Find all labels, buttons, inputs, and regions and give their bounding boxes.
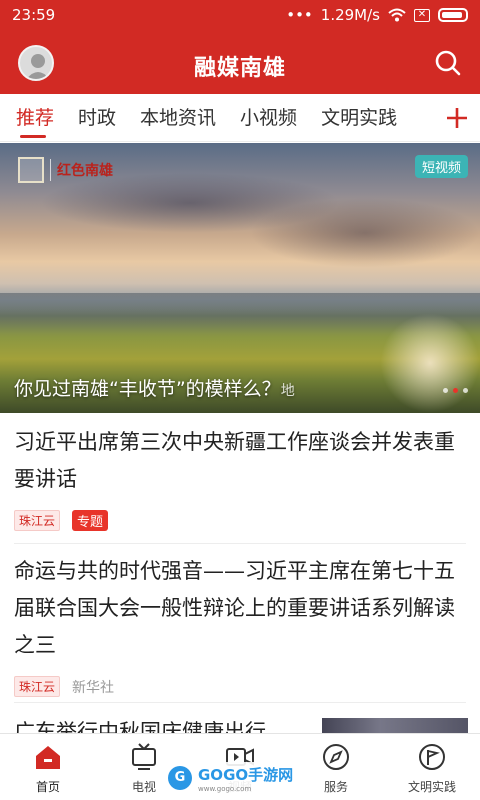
nav-label: 首页 (35, 780, 60, 794)
tab-local-news[interactable]: 本地资讯 (128, 94, 228, 142)
banner-image-sun (380, 313, 480, 413)
tv-icon (132, 743, 156, 770)
status-bar: 23:59 ••• 1.29M/s ✕ (0, 0, 480, 30)
banner-caption-suffix: 地 (280, 383, 295, 399)
banner-caption-text: 你见过南雄“丰收节”的模样么？ (14, 378, 281, 400)
watermark-url: www.gogo.com (198, 784, 252, 793)
carousel-dot-active (453, 388, 458, 393)
source-tag: 珠江云 (14, 676, 61, 697)
more-dots-icon: ••• (286, 6, 313, 24)
app-title: 融媒南雄 (193, 56, 286, 81)
no-sim-icon: ✕ (414, 8, 430, 22)
wifi-icon (388, 8, 406, 22)
search-button[interactable] (432, 47, 464, 79)
category-tabs: 推荐 时政 本地资讯 小视频 文明实践 (0, 94, 480, 142)
banner-caption: 你见过南雄“丰收节”的模样么？地 (14, 374, 295, 401)
status-indicators: ••• 1.29M/s ✕ (286, 6, 468, 24)
nav-home[interactable]: 首页 (0, 734, 96, 800)
carousel-dot (443, 388, 448, 393)
search-icon (435, 50, 461, 76)
featured-banner[interactable]: 红色南雄 短视频 你见过南雄“丰收节”的模样么？地 (0, 143, 480, 413)
app-header: 融媒南雄 (0, 30, 480, 94)
watermark-brand: GOGO手游网 (198, 765, 294, 784)
carousel-dot (463, 388, 468, 393)
status-time: 23:59 (12, 6, 56, 24)
add-tab-button[interactable] (444, 94, 470, 142)
watermark-text-group: GOGO手游网 www.gogo.com (198, 764, 293, 793)
flag-icon (419, 744, 445, 770)
logo-divider (50, 159, 51, 181)
topic-tag: 专题 (72, 510, 109, 531)
nav-label: 文明实践 (407, 780, 456, 794)
nav-label: 电视 (131, 780, 156, 794)
news-title: 习近平出席第三次中央新疆工作座谈会并发表重要讲话 (14, 430, 455, 491)
watermark-logo-icon: G (168, 766, 192, 790)
publisher-name: 新华社 (72, 679, 115, 696)
tab-civilization-practice[interactable]: 文明实践 (309, 94, 409, 142)
short-video-badge: 短视频 (414, 155, 468, 178)
news-meta: 珠江云 专题 (14, 510, 466, 531)
compass-icon (323, 744, 349, 770)
news-title[interactable]: 广东举行中秋国庆健康出行 (14, 715, 314, 733)
source-tag: 珠江云 (14, 510, 61, 531)
carousel-indicator (443, 388, 468, 393)
home-icon (36, 746, 60, 769)
news-item[interactable]: 命运与共的时代强音——习近平主席在第七十五届联合国大会一般性辩论上的重要讲话系列… (14, 553, 466, 703)
watermark: G GOGO手游网 www.gogo.com (162, 762, 312, 794)
network-speed: 1.29M/s (320, 6, 380, 24)
news-title: 命运与共的时代强音——习近平主席在第七十五届联合国大会一般性辩论上的重要讲话系列… (14, 559, 455, 657)
banner-image-cloud (250, 198, 480, 268)
banner-logo: 红色南雄 (18, 155, 138, 185)
news-item[interactable]: 习近平出席第三次中央新疆工作座谈会并发表重要讲话 珠江云 专题 (14, 424, 466, 544)
logo-mark-icon (18, 157, 44, 183)
news-meta: 珠江云 新华社 (14, 676, 466, 697)
tab-politics[interactable]: 时政 (66, 94, 128, 142)
plus-icon (447, 108, 467, 128)
logo-text: 红色南雄 (57, 163, 113, 179)
tab-short-video[interactable]: 小视频 (228, 94, 309, 142)
battery-icon (438, 8, 468, 22)
news-thumbnail[interactable] (322, 718, 468, 734)
tab-recommend[interactable]: 推荐 (0, 94, 66, 142)
nav-label: 服务 (323, 780, 348, 794)
nav-civilization-practice[interactable]: 文明实践 (384, 734, 480, 800)
